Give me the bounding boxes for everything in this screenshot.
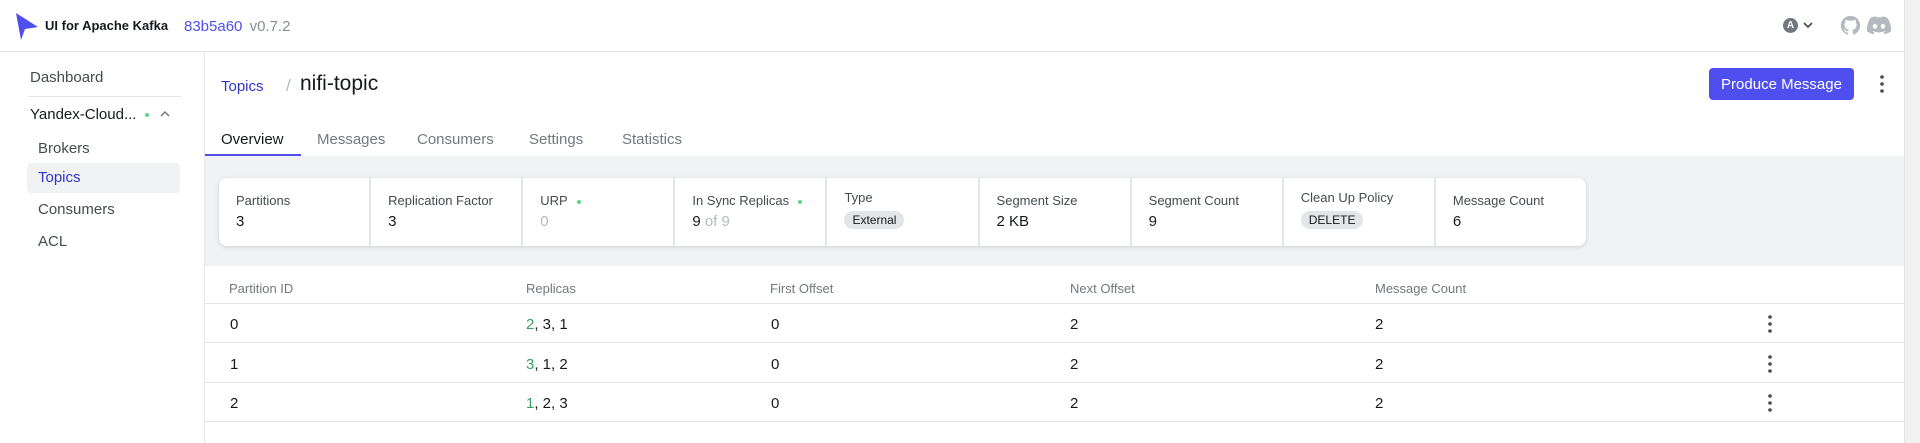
tab-consumers[interactable]: Consumers: [417, 124, 494, 156]
metric-cleanup-policy: Clean Up Policy DELETE: [1283, 178, 1434, 246]
metric-value: 9: [1148, 213, 1157, 230]
metric-label: Type: [844, 190, 873, 205]
metric-partitions: Partitions 3: [219, 178, 370, 246]
column-header-replicas: Replicas: [526, 281, 576, 296]
page-title: nifi-topic: [300, 72, 379, 95]
avatar: A: [1783, 18, 1798, 33]
other-replicas: , 3, 1: [534, 316, 568, 333]
metric-label: Clean Up Policy: [1300, 190, 1394, 205]
column-header-next-offset: Next Offset: [1070, 281, 1135, 296]
metrics-section: Partitions 3 Replication Factor 3 URP 0 …: [205, 156, 1904, 266]
app-title[interactable]: UI for Apache Kafka: [45, 18, 168, 33]
other-replicas: , 1, 2: [534, 356, 568, 373]
top-bar: UI for Apache Kafka 83b5a60 v0.7.2 A: [0, 0, 1904, 52]
cluster-status-dot: [145, 113, 149, 117]
column-header-partition-id[interactable]: Partition ID: [229, 281, 293, 296]
metric-label: In Sync Replicas: [692, 193, 803, 208]
metric-urp: URP 0: [523, 178, 674, 246]
sidebar-item-acl[interactable]: ACL: [27, 227, 180, 257]
row-actions-icon[interactable]: [1762, 353, 1778, 375]
message-count-cell: 2: [1375, 395, 1384, 412]
page-scrollbar[interactable]: [1904, 0, 1920, 443]
partition-id-cell: 1: [230, 356, 239, 373]
next-offset-cell: 2: [1070, 316, 1079, 333]
commit-link[interactable]: 83b5a60: [184, 18, 242, 35]
partition-id-cell: 2: [230, 395, 239, 412]
metric-label-text: In Sync Replicas: [692, 193, 790, 208]
metric-value: 9 of 9: [692, 213, 730, 230]
metric-in-sync-replicas: In Sync Replicas 9 of 9: [675, 178, 826, 246]
tab-overview[interactable]: Overview: [221, 124, 284, 156]
tab-messages[interactable]: Messages: [317, 124, 385, 156]
first-offset-cell: 0: [771, 356, 780, 373]
status-dot: [576, 199, 581, 204]
metric-label: Partitions: [236, 193, 291, 208]
cleanup-policy-tag: DELETE: [1300, 211, 1364, 229]
metric-value: 2 KB: [996, 213, 1030, 230]
cluster-name: Yandex-Cloud...: [30, 106, 137, 123]
table-row: 0 2, 3, 1 0 2 2: [205, 304, 1904, 343]
metric-label-text: URP: [540, 193, 568, 208]
user-menu[interactable]: A: [1783, 18, 1819, 36]
metric-label: Segment Size: [996, 193, 1078, 208]
metric-segment-size: Segment Size 2 KB: [979, 178, 1130, 246]
metric-replication-factor: Replication Factor 3: [371, 178, 522, 246]
metric-label: Replication Factor: [388, 193, 493, 208]
message-count-cell: 2: [1375, 356, 1384, 373]
produce-message-button[interactable]: Produce Message: [1709, 68, 1854, 100]
chevron-up-icon: [160, 110, 170, 117]
metric-label: URP: [540, 193, 581, 208]
tab-settings[interactable]: Settings: [529, 124, 583, 156]
cluster-menu[interactable]: Yandex-Cloud...: [30, 106, 180, 130]
sidebar: Dashboard Yandex-Cloud... Brokers Topics…: [0, 52, 205, 443]
first-offset-cell: 0: [771, 395, 780, 412]
metric-message-count: Message Count 6: [1435, 178, 1586, 246]
partition-id-cell: 0: [230, 316, 239, 333]
replicas-cell: 3, 1, 2: [526, 356, 568, 373]
metrics-card: Partitions 3 Replication Factor 3 URP 0 …: [219, 178, 1586, 246]
version-label: v0.7.2: [249, 18, 291, 35]
breadcrumb-topics-link[interactable]: Topics: [221, 78, 264, 95]
message-count-cell: 2: [1375, 316, 1384, 333]
column-header-first-offset: First Offset: [770, 281, 834, 296]
table-header: Partition ID Replicas First Offset Next …: [205, 266, 1904, 304]
row-actions-icon[interactable]: [1762, 392, 1778, 414]
version-info: 83b5a60 v0.7.2: [184, 18, 290, 35]
replicas-cell: 2, 3, 1: [526, 316, 568, 333]
other-replicas: , 2, 3: [534, 395, 568, 412]
metric-value: 0: [540, 213, 549, 230]
metric-type: Type External: [827, 178, 978, 246]
tab-statistics[interactable]: Statistics: [622, 124, 682, 156]
metric-value: 6: [1452, 213, 1462, 230]
discord-icon[interactable]: [1867, 16, 1891, 36]
metric-label: Segment Count: [1148, 193, 1239, 208]
kafka-logo-icon[interactable]: [14, 13, 40, 40]
table-row: 1 3, 1, 2 0 2 2: [205, 344, 1904, 383]
type-tag: External: [844, 211, 905, 229]
metric-value: 3: [236, 213, 245, 230]
metric-segment-count: Segment Count 9: [1131, 178, 1282, 246]
main-content: Topics / nifi-topic Produce Message Over…: [205, 52, 1904, 443]
metric-value: 3: [388, 213, 397, 230]
sidebar-item-consumers[interactable]: Consumers: [27, 195, 180, 225]
sidebar-item-dashboard[interactable]: Dashboard: [30, 69, 103, 86]
metric-label: Message Count: [1452, 193, 1544, 208]
next-offset-cell: 2: [1070, 356, 1079, 373]
sidebar-item-topics[interactable]: Topics: [27, 163, 180, 193]
more-actions-icon[interactable]: [1874, 72, 1890, 96]
replicas-cell: 1, 2, 3: [526, 395, 568, 412]
sidebar-divider: [28, 96, 181, 97]
first-offset-cell: 0: [771, 316, 780, 333]
row-actions-icon[interactable]: [1762, 313, 1778, 335]
github-icon[interactable]: [1840, 15, 1861, 36]
column-header-message-count: Message Count: [1375, 281, 1467, 296]
in-sync-count: 9: [692, 213, 701, 230]
chevron-down-icon: [1803, 22, 1813, 29]
table-row: 2 1, 2, 3 0 2 2: [205, 383, 1904, 422]
breadcrumb-separator: /: [286, 76, 291, 95]
sidebar-item-brokers[interactable]: Brokers: [27, 134, 180, 164]
next-offset-cell: 2: [1070, 395, 1079, 412]
in-sync-total: of 9: [704, 213, 730, 230]
status-dot: [798, 199, 803, 204]
